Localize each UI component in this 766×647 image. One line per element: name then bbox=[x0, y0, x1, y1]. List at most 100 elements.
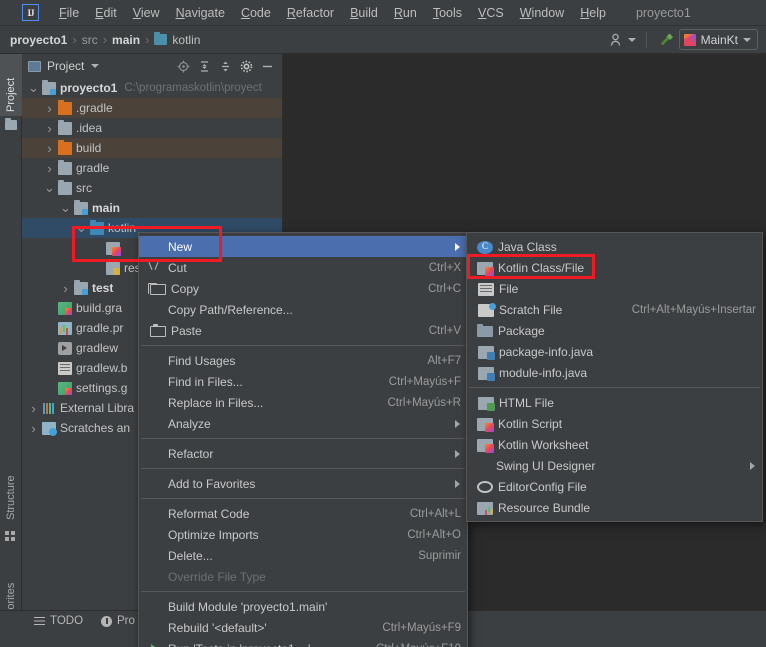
context-menu-item-copy[interactable]: Copy Ctrl+C bbox=[139, 278, 467, 299]
new-submenu-item-label: Swing UI Designer bbox=[496, 458, 596, 473]
menu-icon-placeholder bbox=[147, 621, 163, 635]
new-submenu-item-swing-ui-designer[interactable]: Swing UI Designer bbox=[467, 455, 762, 476]
chevron-down-icon[interactable] bbox=[91, 64, 100, 68]
locate-icon[interactable] bbox=[174, 57, 193, 76]
context-menu-item-replace-in-files[interactable]: Replace in Files... Ctrl+Mayús+R bbox=[139, 392, 467, 413]
tree-node-main[interactable]: ⌄ main bbox=[22, 198, 282, 218]
menu-icon-placeholder bbox=[147, 570, 163, 584]
sidebar-tab-project[interactable]: Project bbox=[0, 54, 22, 116]
context-menu-item-new[interactable]: New bbox=[139, 236, 467, 257]
menu-window[interactable]: Window bbox=[512, 4, 572, 22]
breadcrumb-item-kotlin[interactable]: kotlin bbox=[154, 32, 201, 47]
chevron-right-icon[interactable]: › bbox=[60, 281, 71, 296]
menu-view[interactable]: View bbox=[125, 4, 168, 22]
new-submenu-item-kotlin-script[interactable]: Kotlin Script bbox=[467, 413, 762, 434]
tree-node-build[interactable]: › build bbox=[22, 138, 282, 158]
cut-icon bbox=[147, 261, 163, 275]
tree-node--idea[interactable]: › .idea bbox=[22, 118, 282, 138]
breadcrumb-label: kotlin bbox=[172, 32, 201, 47]
structure-icon bbox=[5, 530, 17, 542]
menu-run[interactable]: Run bbox=[386, 4, 425, 22]
collapse-all-icon[interactable] bbox=[216, 57, 235, 76]
problems-icon bbox=[101, 615, 113, 627]
menu-navigate[interactable]: Navigate bbox=[168, 4, 233, 22]
statusbar-pro-button[interactable]: Pro bbox=[101, 615, 135, 627]
breadcrumb-item-main[interactable]: main bbox=[112, 33, 140, 47]
chevron-down-icon[interactable]: ⌄ bbox=[60, 201, 71, 214]
menu-icon-placeholder bbox=[147, 600, 163, 614]
new-submenu: C Java Class Kotlin Class/File File Scratch … bbox=[466, 232, 763, 522]
context-menu-item-delete[interactable]: Delete... Suprimir bbox=[139, 545, 467, 566]
new-submenu-item-resource-bundle[interactable]: Resource Bundle bbox=[467, 497, 762, 518]
tree-node-label: settings.g bbox=[76, 381, 128, 395]
new-submenu-item-kotlin-worksheet[interactable]: Kotlin Worksheet bbox=[467, 434, 762, 455]
context-menu-item-rebuild-default[interactable]: Rebuild '<default>' Ctrl+Mayús+F9 bbox=[139, 617, 467, 638]
statusbar-todo-button[interactable]: TODO bbox=[34, 615, 83, 627]
chevron-down-icon[interactable]: ⌄ bbox=[44, 181, 55, 194]
menu-edit[interactable]: Edit bbox=[87, 4, 125, 22]
hammer-build-icon[interactable] bbox=[653, 30, 679, 50]
new-submenu-item-label: Kotlin Class/File bbox=[498, 260, 585, 275]
chevron-right-icon[interactable]: › bbox=[44, 101, 55, 116]
context-menu-item-find-usages[interactable]: Find Usages Alt+F7 bbox=[139, 350, 467, 371]
new-submenu-item-java-class[interactable]: C Java Class bbox=[467, 236, 762, 257]
context-menu-item-label: New bbox=[168, 239, 193, 254]
breadcrumb-item-src[interactable]: src bbox=[82, 33, 98, 47]
menu-refactor[interactable]: Refactor bbox=[279, 4, 342, 22]
context-menu-item-refactor[interactable]: Refactor bbox=[139, 443, 467, 464]
tree-node-src[interactable]: ⌄ src bbox=[22, 178, 282, 198]
expand-all-icon[interactable] bbox=[195, 57, 214, 76]
new-submenu-item-html-file[interactable]: HTML File bbox=[467, 392, 762, 413]
context-menu-item-optimize-imports[interactable]: Optimize Imports Ctrl+Alt+O bbox=[139, 524, 467, 545]
menu-build[interactable]: Build bbox=[342, 4, 386, 22]
chevron-right-icon[interactable]: › bbox=[44, 161, 55, 176]
new-submenu-item-editorconfig-file[interactable]: EditorConfig File bbox=[467, 476, 762, 497]
menu-code[interactable]: Code bbox=[233, 4, 279, 22]
chevron-right-icon[interactable]: › bbox=[28, 421, 39, 436]
context-menu-item-reformat-code[interactable]: Reformat Code Ctrl+Alt+L bbox=[139, 503, 467, 524]
context-menu-item-build-module-proyecto1-main[interactable]: Build Module 'proyecto1.main' bbox=[139, 596, 467, 617]
new-submenu-item-package[interactable]: Package bbox=[467, 320, 762, 341]
context-menu-item-label: Find Usages bbox=[168, 353, 236, 368]
menu-tools[interactable]: Tools bbox=[425, 4, 470, 22]
context-menu-item-label: Find in Files... bbox=[168, 374, 243, 389]
tree-node-gradle[interactable]: › gradle bbox=[22, 158, 282, 178]
kotlin-class-icon bbox=[477, 261, 494, 276]
sidebar-tab-structure[interactable]: Structure bbox=[0, 454, 22, 524]
tree-node--gradle[interactable]: › .gradle bbox=[22, 98, 282, 118]
plain-file-icon bbox=[58, 361, 72, 375]
new-submenu-item-kotlin-class-file[interactable]: Kotlin Class/File bbox=[467, 257, 762, 278]
context-menu-item-copy-path-reference[interactable]: Copy Path/Reference... bbox=[139, 299, 467, 320]
project-folder-icon bbox=[5, 118, 17, 132]
chevron-down-icon[interactable]: ⌄ bbox=[28, 81, 39, 94]
menu-vcs[interactable]: VCS bbox=[470, 4, 512, 22]
shortcut-label: Ctrl+Mayús+F bbox=[388, 375, 461, 388]
gear-icon[interactable] bbox=[237, 57, 256, 76]
new-submenu-item-package-info-java[interactable]: package-info.java bbox=[467, 341, 762, 362]
chevron-right-icon[interactable]: › bbox=[44, 141, 55, 156]
context-menu-item-paste[interactable]: Paste Ctrl+V bbox=[139, 320, 467, 341]
context-menu-item-analyze[interactable]: Analyze bbox=[139, 413, 467, 434]
context-menu-item-cut[interactable]: Cut Ctrl+X bbox=[139, 257, 467, 278]
chevron-right-icon bbox=[455, 419, 460, 428]
run-configuration-selector[interactable]: MainKt bbox=[678, 29, 758, 50]
menu-file[interactable]: File bbox=[51, 4, 87, 22]
context-menu-item-add-to-favorites[interactable]: Add to Favorites bbox=[139, 473, 467, 494]
chevron-down-icon[interactable]: ⌄ bbox=[76, 221, 87, 234]
menu-icon-placeholder bbox=[475, 459, 491, 473]
folder-grey-icon bbox=[58, 179, 72, 195]
hide-panel-icon[interactable] bbox=[258, 57, 277, 76]
context-menu-item-find-in-files[interactable]: Find in Files... Ctrl+Mayús+F bbox=[139, 371, 467, 392]
breadcrumb-item-proyecto1[interactable]: proyecto1 bbox=[10, 33, 67, 47]
new-submenu-item-file[interactable]: File bbox=[467, 278, 762, 299]
new-submenu-item-module-info-java[interactable]: module-info.java bbox=[467, 362, 762, 383]
menu-help[interactable]: Help bbox=[572, 4, 614, 22]
chevron-right-icon[interactable]: › bbox=[28, 401, 39, 416]
tree-node-proyecto1[interactable]: ⌄ proyecto1 C:\programaskotlin\proyect bbox=[22, 78, 282, 98]
context-menu-item-run-tests-in-proyecto1[interactable]: Run 'Tests in 'proyecto1....' Ctrl+Mayús+… bbox=[139, 638, 467, 647]
user-avatar-icon[interactable] bbox=[606, 30, 640, 50]
file-icon bbox=[478, 282, 494, 296]
chevron-right-icon[interactable]: › bbox=[44, 121, 55, 136]
new-submenu-item-scratch-file[interactable]: Scratch File Ctrl+Alt+Mayús+Insertar bbox=[467, 299, 762, 320]
